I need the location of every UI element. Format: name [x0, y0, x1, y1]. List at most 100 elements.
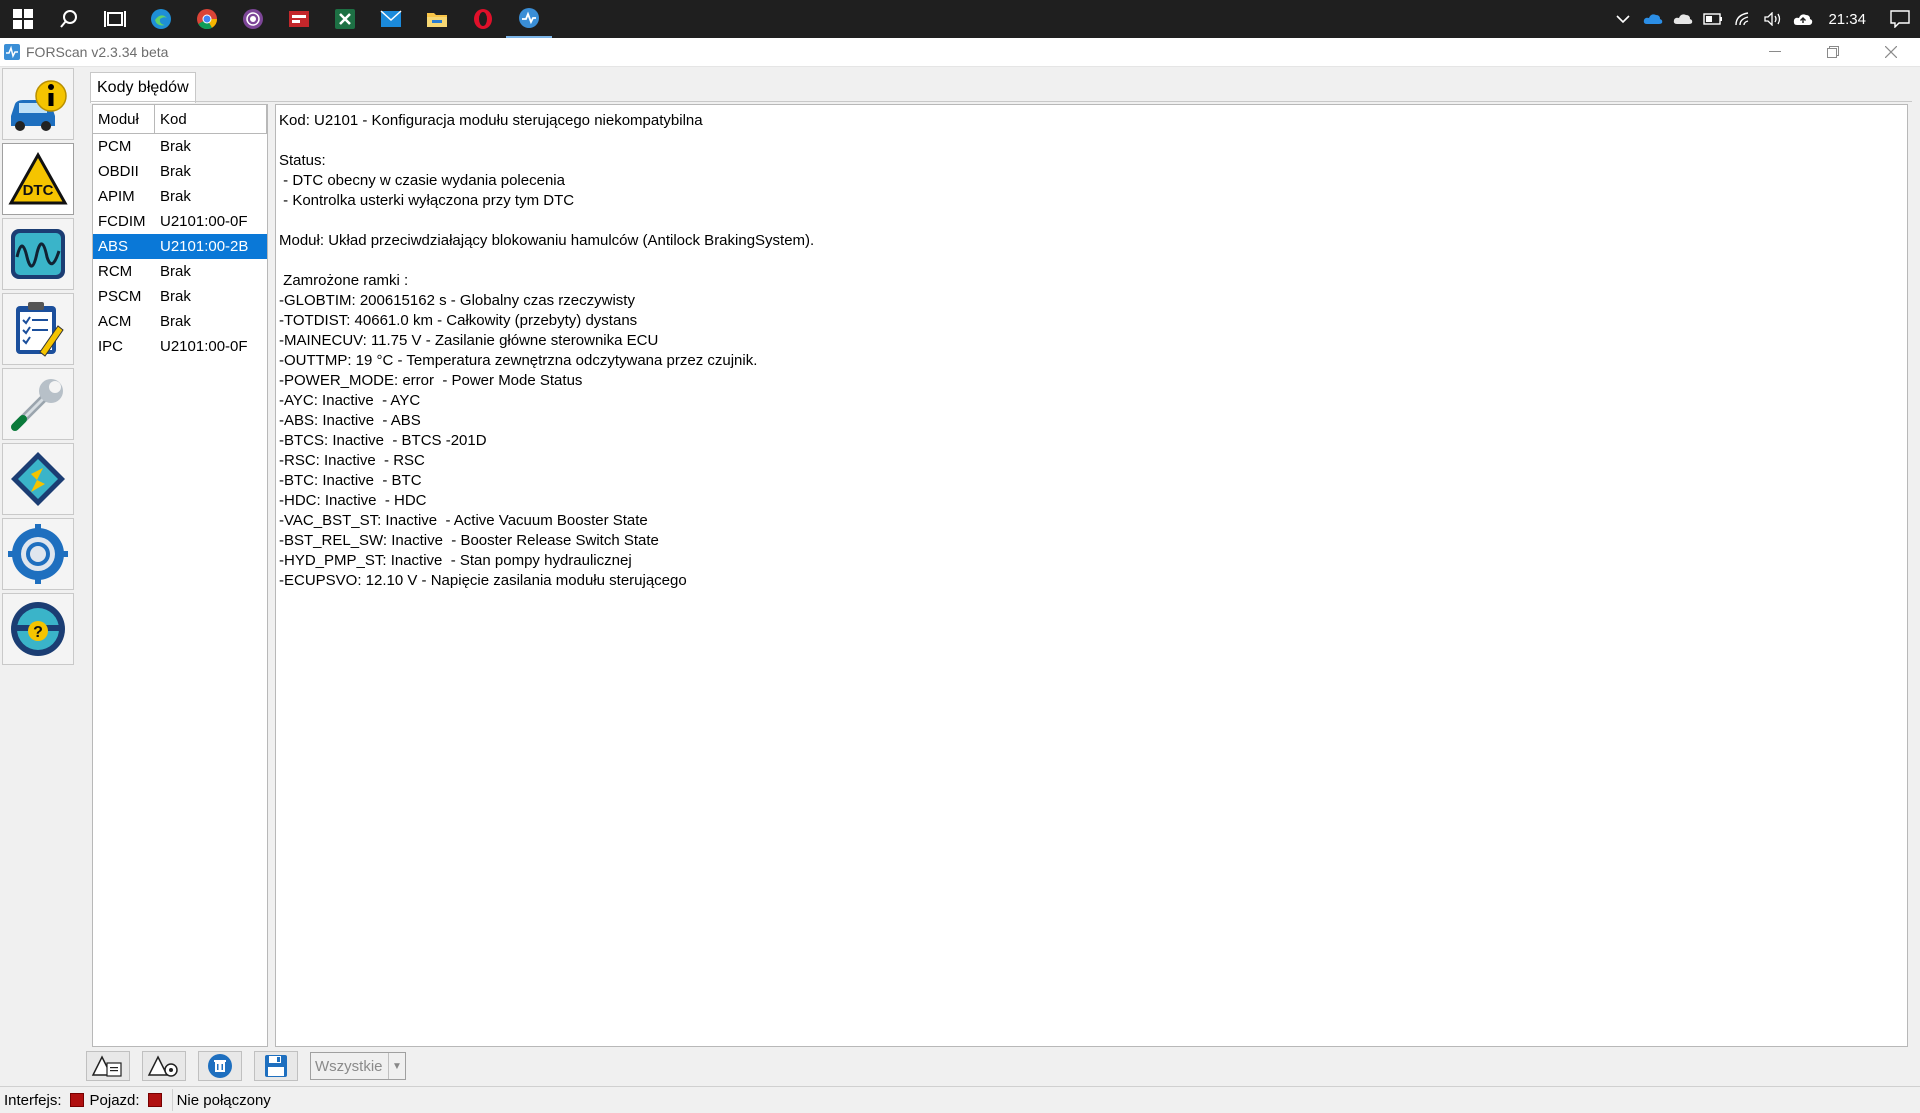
dtc-action-toolbar: Wszystkie ▼ [86, 1050, 406, 1082]
task-view-icon[interactable] [92, 0, 138, 38]
cloud-icon[interactable] [1668, 0, 1698, 38]
tor-icon[interactable] [230, 0, 276, 38]
dtc-row[interactable]: PCM Brak [93, 134, 267, 159]
taskbar-apps [0, 0, 552, 38]
detail-line: -BST_REL_SW: Inactive - Booster Release … [279, 532, 659, 549]
dtc-row-module: FCDIM [98, 213, 146, 230]
service-tools-button[interactable] [2, 368, 74, 440]
dtc-row-module: PCM [98, 138, 132, 155]
module-programming-button[interactable] [2, 443, 74, 515]
battery-icon[interactable] [1698, 0, 1728, 38]
dtc-warning-icon: DTC [8, 151, 68, 205]
detail-line: -BTC: Inactive - BTC [279, 472, 422, 489]
oscilloscope-icon [11, 229, 65, 279]
column-header-module[interactable]: Moduł [93, 105, 155, 133]
dtc-row[interactable]: OBDII Brak [93, 159, 267, 184]
chrome-icon[interactable] [184, 0, 230, 38]
wrench-icon [11, 379, 63, 431]
dtc-button[interactable]: DTC [2, 143, 74, 215]
detail-line: -AYC: Inactive - AYC [279, 392, 421, 409]
detail-line [279, 131, 1904, 151]
window-controls [1746, 38, 1920, 66]
dtc-row[interactable]: ABS U2101:00-2B [93, 234, 267, 259]
svg-text:?: ? [33, 624, 43, 641]
dtc-row-code: U2101:00-2B [160, 238, 249, 255]
detail-line: -POWER_MODE: error - Power Mode Status [279, 372, 583, 389]
help-button[interactable]: ? [2, 593, 74, 665]
dtc-row-module: RCM [98, 263, 133, 280]
dtc-row-code: U2101:00-0F [160, 213, 248, 230]
wifi-icon[interactable] [1728, 0, 1758, 38]
dtc-row[interactable]: ACM Brak [93, 309, 267, 334]
excel-icon[interactable] [322, 0, 368, 38]
dtc-row[interactable]: RCM Brak [93, 259, 267, 284]
search-icon[interactable] [46, 0, 92, 38]
gear-icon [8, 524, 68, 584]
interface-status: Interfejs: Pojazd: [0, 1089, 173, 1111]
detail-line: -MAINECUV: 11.75 V - Zasilanie główne st… [279, 332, 659, 349]
opera-icon[interactable] [460, 0, 506, 38]
dtc-row-module: IPC [98, 338, 124, 355]
column-header-code[interactable]: Kod [155, 105, 267, 133]
restore-button[interactable] [1804, 38, 1862, 66]
dtc-detail-text: Kod: U2101 - Konfiguracja modułu sterują… [279, 111, 1904, 591]
onedrive-icon[interactable] [1638, 0, 1668, 38]
volume-icon[interactable] [1758, 0, 1788, 38]
connection-status: Nie połączony [173, 1089, 275, 1111]
cloud-upload-icon[interactable] [1788, 0, 1818, 38]
filter-select-value: Wszystkie [315, 1057, 383, 1075]
dtc-row-module: PSCM [98, 288, 142, 305]
checklist-button[interactable] [2, 293, 74, 365]
dtc-detail-panel[interactable]: Kod: U2101 - Konfiguracja modułu sterują… [275, 104, 1908, 1047]
dtc-row[interactable]: PSCM Brak [93, 284, 267, 309]
dtc-row-code: Brak [160, 138, 191, 155]
read-dtc-button[interactable] [86, 1051, 130, 1081]
dtc-rows: PCM Brak OBDII Brak APIM Brak FCDIM U2101:00-0F… [93, 134, 267, 359]
dtc-row-module: OBDII [98, 163, 139, 180]
edge-icon[interactable] [138, 0, 184, 38]
app-red-icon[interactable] [276, 0, 322, 38]
filter-select[interactable]: Wszystkie ▼ [310, 1052, 406, 1080]
settings-button[interactable] [2, 518, 74, 590]
dtc-row-code: Brak [160, 288, 191, 305]
oscilloscope-button[interactable] [2, 218, 74, 290]
system-tray: 21:34 [1608, 0, 1920, 38]
dtc-row[interactable]: IPC U2101:00-0F [93, 334, 267, 359]
detail-line: -OUTTMP: 19 °C - Temperatura zewnętrzna … [279, 352, 758, 369]
detail-line: - DTC obecny w czasie wydania polecenia [279, 172, 565, 189]
status-bar: Interfejs: Pojazd: Nie połączony [0, 1086, 1920, 1113]
detail-line: -VAC_BST_ST: Inactive - Active Vacuum Bo… [279, 512, 648, 529]
taskbar-clock[interactable]: 21:34 [1818, 11, 1880, 28]
detail-line: -HYD_PMP_ST: Inactive - Stan pompy hydra… [279, 552, 632, 569]
close-button[interactable] [1862, 38, 1920, 66]
delete-button[interactable] [198, 1051, 242, 1081]
clear-dtc-button[interactable] [142, 1051, 186, 1081]
dtc-row-module: ACM [98, 313, 132, 330]
mail-icon[interactable] [368, 0, 414, 38]
dtc-row[interactable]: FCDIM U2101:00-0F [93, 209, 267, 234]
interface-led-icon [69, 1093, 84, 1107]
chevron-up-icon[interactable] [1608, 0, 1638, 38]
forscan-app-icon [4, 44, 20, 60]
chevron-down-icon[interactable]: ▼ [388, 1053, 405, 1079]
save-icon [265, 1055, 287, 1077]
warning-document-icon [91, 1055, 122, 1077]
save-button[interactable] [254, 1051, 298, 1081]
dtc-row[interactable]: APIM Brak [93, 184, 267, 209]
forscan-icon[interactable] [506, 0, 552, 38]
main-toolbar: DTC ? [2, 68, 76, 668]
explorer-icon[interactable] [414, 0, 460, 38]
dtc-row-code: Brak [160, 163, 191, 180]
notification-icon[interactable] [1880, 0, 1920, 38]
warning-gear-icon [147, 1055, 178, 1077]
start-icon[interactable] [0, 0, 46, 38]
detail-line: -BTCS: Inactive - BTCS -201D [279, 432, 487, 449]
dtc-module-list: Moduł Kod PCM Brak OBDII Brak APIM Brak FCDIM U… [92, 104, 268, 1047]
vehicle-info-button[interactable] [2, 68, 74, 140]
dtc-row-module: APIM [98, 188, 135, 205]
minimize-button[interactable] [1746, 38, 1804, 66]
detail-line [279, 251, 1904, 271]
window-titlebar[interactable]: FORScan v2.3.34 beta [0, 38, 1920, 67]
tab-error-codes[interactable]: Kody błędów [90, 72, 196, 103]
checklist-icon [16, 302, 64, 357]
